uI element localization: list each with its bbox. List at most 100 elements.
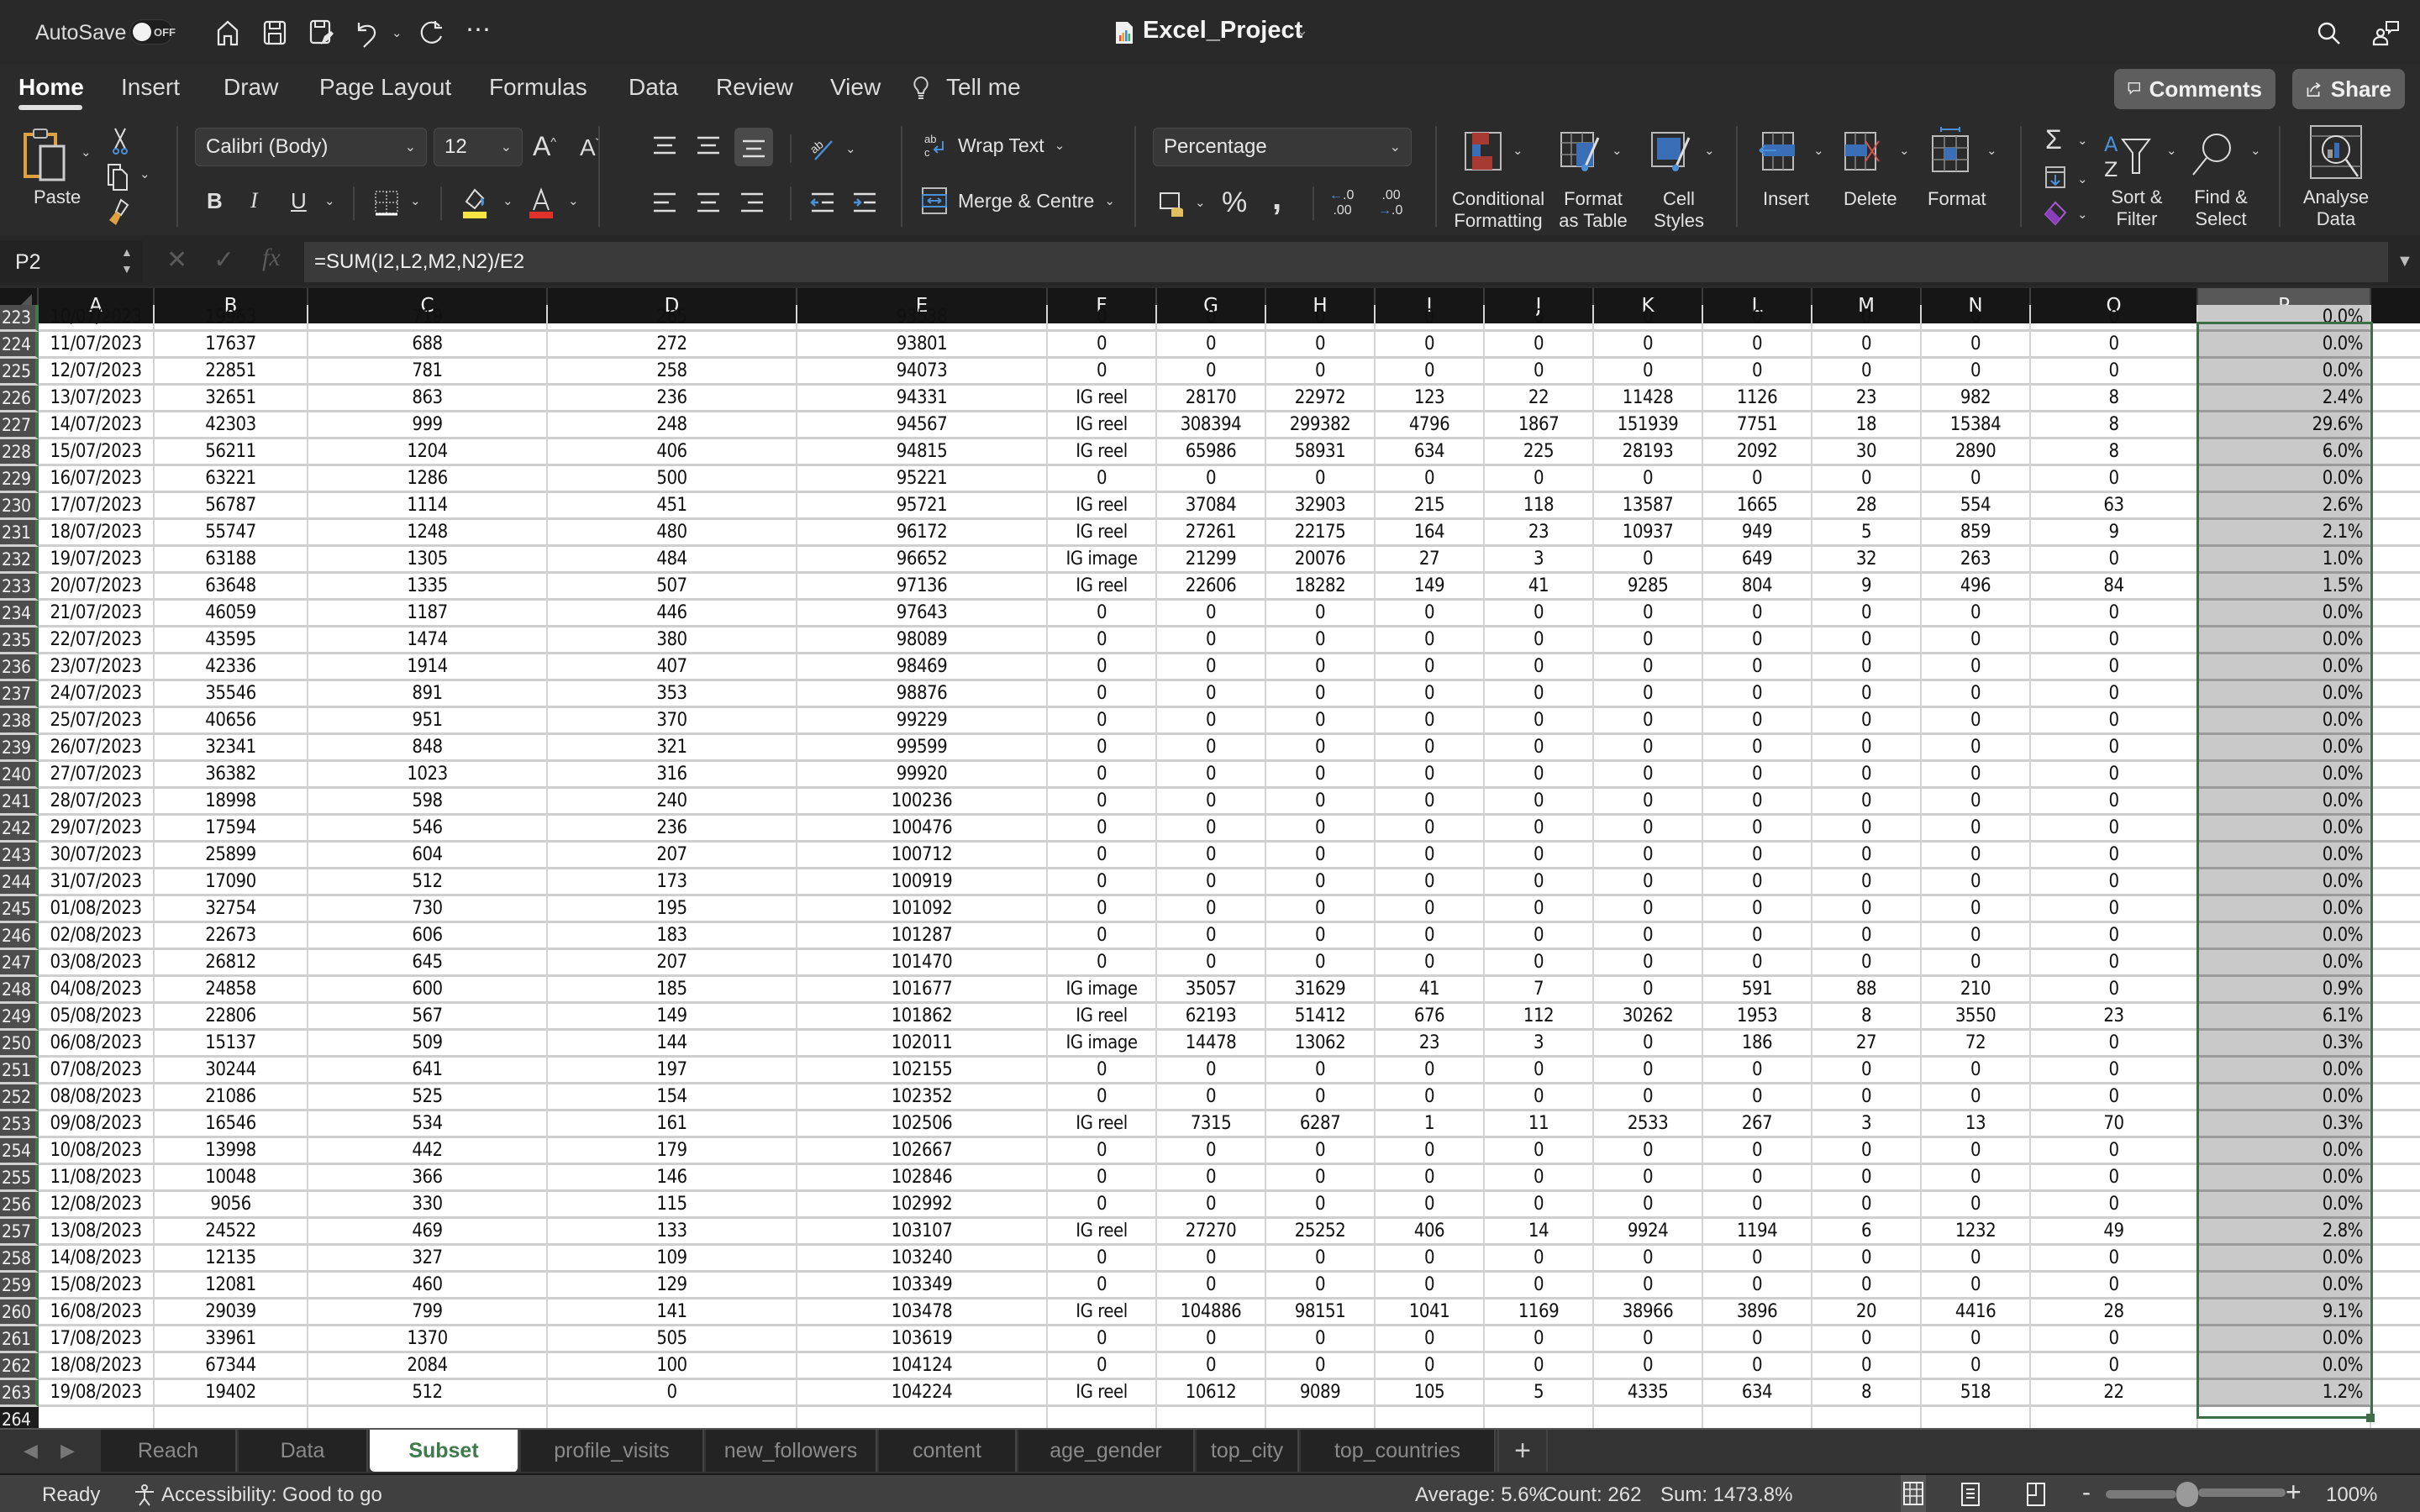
cell-k246[interactable]: 0 — [1594, 923, 1703, 950]
cell-q249[interactable] — [2371, 1004, 2420, 1031]
sheet-tab-top-city[interactable]: top_city — [1197, 1430, 1299, 1472]
cell-p259[interactable]: 0.0% — [2198, 1273, 2371, 1299]
cell-l264[interactable] — [1703, 1407, 1812, 1428]
cell-k243[interactable]: 0 — [1594, 843, 1703, 869]
cell-k225[interactable]: 0 — [1594, 359, 1703, 386]
cell-h258[interactable]: 0 — [1266, 1246, 1376, 1273]
cell-h262[interactable]: 0 — [1266, 1353, 1376, 1380]
cell-g254[interactable]: 0 — [1157, 1138, 1266, 1165]
cell-p258[interactable]: 0.0% — [2198, 1246, 2371, 1273]
cell-l249[interactable]: 1953 — [1703, 1004, 1812, 1031]
cell-k255[interactable]: 0 — [1594, 1165, 1703, 1192]
cell-g233[interactable]: 22606 — [1157, 574, 1266, 601]
cell-i250[interactable]: 23 — [1376, 1031, 1485, 1058]
cell-f241[interactable]: 0 — [1048, 789, 1157, 816]
cell-h238[interactable]: 0 — [1266, 708, 1376, 735]
share-button[interactable]: Share — [2292, 69, 2405, 109]
cell-o235[interactable]: 0 — [2031, 627, 2198, 654]
cell-m245[interactable]: 0 — [1812, 896, 1922, 923]
cell-g250[interactable]: 14478 — [1157, 1031, 1266, 1058]
cell-d251[interactable]: 197 — [548, 1058, 797, 1084]
cell-g259[interactable]: 0 — [1157, 1273, 1266, 1299]
cell-o262[interactable]: 0 — [2031, 1353, 2198, 1380]
cell-l227[interactable]: 7751 — [1703, 412, 1812, 439]
cell-e257[interactable]: 103107 — [797, 1219, 1048, 1246]
row-header[interactable]: 264 — [0, 1407, 39, 1428]
cell-d263[interactable]: 0 — [548, 1380, 797, 1407]
cell-n225[interactable]: 0 — [1922, 359, 2031, 386]
find-select-button[interactable]: ⌄ Find & Select — [2188, 131, 2264, 230]
cell-l259[interactable]: 0 — [1703, 1273, 1812, 1299]
cell-o240[interactable]: 0 — [2031, 762, 2198, 789]
cell-c238[interactable]: 951 — [308, 708, 548, 735]
cell-l242[interactable]: 0 — [1703, 816, 1812, 843]
cell-styles-button[interactable]: ⌄ Cell Styles — [1642, 131, 1726, 232]
cell-p241[interactable]: 0.0% — [2198, 789, 2371, 816]
cell-l240[interactable]: 0 — [1703, 762, 1812, 789]
cell-k244[interactable]: 0 — [1594, 869, 1703, 896]
cell-b255[interactable]: 10048 — [155, 1165, 308, 1192]
cell-m237[interactable]: 0 — [1812, 681, 1922, 708]
number-format-select[interactable]: Percentage ⌄ — [1153, 128, 1412, 166]
cell-d248[interactable]: 185 — [548, 977, 797, 1004]
cell-d257[interactable]: 133 — [548, 1219, 797, 1246]
cell-e246[interactable]: 101287 — [797, 923, 1048, 950]
align-top-icon[interactable] — [650, 133, 679, 158]
cell-n230[interactable]: 554 — [1922, 493, 2031, 520]
copy-icon[interactable] — [104, 163, 133, 192]
font-color-icon[interactable] — [528, 186, 555, 220]
orientation-dropdown-caret[interactable]: ⌄ — [845, 141, 856, 156]
cell-m249[interactable]: 8 — [1812, 1004, 1922, 1031]
fill-handle[interactable] — [2366, 1414, 2375, 1422]
cell-q260[interactable] — [2371, 1299, 2420, 1326]
cell-c224[interactable]: 688 — [308, 332, 548, 359]
cell-q226[interactable] — [2371, 386, 2420, 412]
cell-j242[interactable]: 0 — [1485, 816, 1594, 843]
cell-b252[interactable]: 21086 — [155, 1084, 308, 1111]
cell-b241[interactable]: 18998 — [155, 789, 308, 816]
row-header[interactable]: 243 — [0, 843, 39, 869]
cell-l248[interactable]: 591 — [1703, 977, 1812, 1004]
cell-f261[interactable]: 0 — [1048, 1326, 1157, 1353]
cell-o231[interactable]: 9 — [2031, 520, 2198, 547]
cell-o263[interactable]: 22 — [2031, 1380, 2198, 1407]
cell-e224[interactable]: 93801 — [797, 332, 1048, 359]
cell-o226[interactable]: 8 — [2031, 386, 2198, 412]
cell-c247[interactable]: 645 — [308, 950, 548, 977]
cell-m251[interactable]: 0 — [1812, 1058, 1922, 1084]
cell-q250[interactable] — [2371, 1031, 2420, 1058]
cell-b245[interactable]: 32754 — [155, 896, 308, 923]
cell-e234[interactable]: 97643 — [797, 601, 1048, 627]
cell-k249[interactable]: 30262 — [1594, 1004, 1703, 1031]
cut-icon[interactable] — [108, 126, 133, 156]
cell-a228[interactable]: 15/07/2023 — [39, 439, 155, 466]
cell-p245[interactable]: 0.0% — [2198, 896, 2371, 923]
cell-l251[interactable]: 0 — [1703, 1058, 1812, 1084]
cell-i254[interactable]: 0 — [1376, 1138, 1485, 1165]
cell-c263[interactable]: 512 — [308, 1380, 548, 1407]
cell-q233[interactable] — [2371, 574, 2420, 601]
cell-g262[interactable]: 0 — [1157, 1353, 1266, 1380]
cell-d223[interactable]: 265 — [548, 305, 797, 332]
cell-d229[interactable]: 500 — [548, 466, 797, 493]
cell-c230[interactable]: 1114 — [308, 493, 548, 520]
cell-d236[interactable]: 407 — [548, 654, 797, 681]
cell-k228[interactable]: 28193 — [1594, 439, 1703, 466]
cell-a232[interactable]: 19/07/2023 — [39, 547, 155, 574]
cell-k252[interactable]: 0 — [1594, 1084, 1703, 1111]
cell-m247[interactable]: 0 — [1812, 950, 1922, 977]
cell-k223[interactable]: 0 — [1594, 305, 1703, 332]
cell-f262[interactable]: 0 — [1048, 1353, 1157, 1380]
cell-m252[interactable]: 0 — [1812, 1084, 1922, 1111]
cell-o244[interactable]: 0 — [2031, 869, 2198, 896]
cell-i237[interactable]: 0 — [1376, 681, 1485, 708]
cell-j245[interactable]: 0 — [1485, 896, 1594, 923]
cell-d234[interactable]: 446 — [548, 601, 797, 627]
cell-n251[interactable]: 0 — [1922, 1058, 2031, 1084]
cell-q242[interactable] — [2371, 816, 2420, 843]
cell-i225[interactable]: 0 — [1376, 359, 1485, 386]
cell-p232[interactable]: 1.0% — [2198, 547, 2371, 574]
cell-h249[interactable]: 51412 — [1266, 1004, 1376, 1031]
search-icon[interactable] — [2316, 20, 2343, 47]
cell-j230[interactable]: 118 — [1485, 493, 1594, 520]
